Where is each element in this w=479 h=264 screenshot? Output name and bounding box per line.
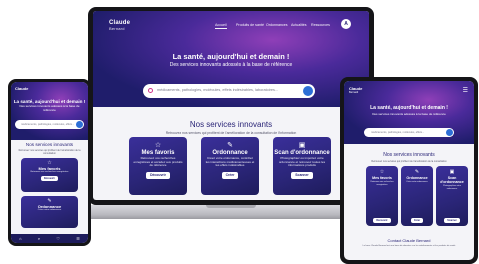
brand-sub: Bernard [349,91,359,94]
card-button[interactable]: Découvrir [373,218,391,223]
service-card-scan[interactable]: ▣ Scan d'ordonnance Photographiez votre … [436,166,468,226]
tab-bar: ⌂ ⌕ ♡ ☰ [11,234,88,243]
search-button[interactable] [303,86,313,96]
search-input[interactable]: médicaments, pathologies, molécules, eff… [364,128,454,137]
service-card-ordonnance[interactable]: ✎ Ordonnance Créez votre ordonnance [21,196,78,228]
hero-subtitle: Des services innovants adossés à la base… [372,112,446,116]
search-button[interactable] [76,121,83,128]
phone-hero-banner: Claude La santé, aujourd'hui et demain !… [11,82,88,140]
brand-logo[interactable]: Claude [15,86,28,91]
service-card-scan[interactable]: ▣ Scan d'ordonnance Photographiez ou imp… [273,137,331,195]
search-icon [148,88,153,93]
section-title: Nos services innovants [189,120,273,129]
scan-icon: ▣ [298,142,306,149]
service-card-favoris[interactable]: ☆ Mes favoris Retrouvez vos recherches e… [129,137,187,195]
service-card-ordonnance[interactable]: ✎ Ordonnance Créez votre ordonnance Crée… [401,166,433,226]
prescription-icon: ✎ [414,169,420,175]
card-text: Retrouvez vos recherches enregistrées et… [133,156,183,168]
card-button[interactable]: Découvrir [146,171,170,179]
tablet-device: Claude Bernard ☰ La santé, aujourd'hui e… [340,77,478,264]
heart-icon[interactable]: ♡ [56,236,60,241]
nav-item-ressources[interactable]: Ressources [311,23,330,27]
search-input[interactable]: médicaments, pathologies, molécules, eff… [143,84,315,98]
laptop-notch [206,205,256,208]
service-card-favoris[interactable]: ☆ Mes favoris Retrouvez vos recherches e… [366,166,398,226]
section-subtitle: Retrouvez nos services qui profitent de … [165,131,297,135]
hero-subtitle: Des services innovants adossés à la base… [169,62,293,68]
card-button[interactable]: Scanner [444,218,460,223]
card-text: Retrouvez vos recherches enregistrées [370,181,394,186]
service-card-favoris[interactable]: ☆ Mes favoris Retrouvez vos recherches e… [21,158,78,192]
service-card-ordonnance[interactable]: ✎ Ordonnance Créez votre ordonnance, con… [201,137,259,195]
contact-title: Contact Claude Bernard [387,238,431,243]
tablet-screen: Claude Bernard ☰ La santé, aujourd'hui e… [344,81,474,260]
star-icon: ☆ [379,169,385,175]
nav-item-accueil[interactable]: Accueil [215,23,227,29]
section-subtitle: Retrouvez nos services qui profitent de … [18,149,81,155]
brand-logo[interactable]: Claude Bernard [109,20,130,31]
star-icon: ☆ [154,142,162,149]
section-title: Nos services innovants [25,142,74,147]
avatar[interactable]: A [341,19,351,29]
nav-item-ordonnances[interactable]: Ordonnances [266,23,288,27]
nav-item-produits[interactable]: Produits de santé [236,23,264,27]
card-text: Créez votre ordonnance, contrôlez les in… [205,156,255,168]
menu-icon[interactable]: ☰ [463,87,468,94]
scan-icon: ▣ [449,169,455,175]
laptop-device: Claude Bernard Accueil Produits de santé… [88,7,374,205]
hero-title: La santé, aujourd'hui et demain ! [370,105,448,111]
search-button[interactable] [446,129,453,136]
contact-text: La base Claude Bernard est une base de d… [362,245,456,247]
search-placeholder: médicaments, pathologies, molécules, eff… [21,123,75,126]
card-button[interactable]: Créer [410,218,424,223]
search-placeholder: médicaments, pathologies, molécules, eff… [371,131,425,134]
card-text: Retrouvez vos recherches enregistrées [30,171,69,173]
phone-screen: Claude La santé, aujourd'hui et demain !… [11,82,88,243]
card-text: Photographiez votre ordonnance [443,185,461,190]
section-subtitle: Retrouvez nos services qui profitent de … [371,160,447,163]
search-input[interactable]: médicaments, pathologies, molécules, eff… [15,120,84,129]
card-title: Scan d'ordonnance [440,176,464,184]
top-nav: Claude Bernard Accueil Produits de santé… [93,17,369,33]
search-icon[interactable]: ⌕ [38,236,40,241]
card-button[interactable]: Créer [221,171,239,179]
hero-banner: Claude Bernard Accueil Produits de santé… [93,11,369,107]
brand-logo[interactable]: Claude Bernard [349,86,362,94]
phone-device: Claude La santé, aujourd'hui et demain !… [8,79,91,246]
prescription-icon: ✎ [227,142,233,149]
search-placeholder: médicaments, pathologies, molécules, eff… [157,88,279,92]
hero-title: La santé, aujourd'hui et demain ! [172,52,290,61]
card-text: Créez votre ordonnance [406,181,428,183]
tablet-hero-banner: Claude Bernard ☰ La santé, aujourd'hui e… [344,81,474,144]
home-icon[interactable]: ⌂ [19,236,21,241]
card-button[interactable]: Découvrir [40,175,59,181]
card-text: Photographiez ou importez votre ordonnan… [278,156,326,168]
card-text: Créez votre ordonnance [37,209,62,211]
laptop-screen: Claude Bernard Accueil Produits de santé… [93,11,369,200]
card-button[interactable]: Scanner [291,171,313,179]
brand-sub: Bernard [109,26,125,31]
section-title: Nos services innovants [383,152,435,158]
hero-subtitle: Des services innovants adossés à la base… [19,104,80,112]
nav-item-actualites[interactable]: Actualités [291,23,307,27]
menu-icon[interactable]: ☰ [76,236,80,241]
